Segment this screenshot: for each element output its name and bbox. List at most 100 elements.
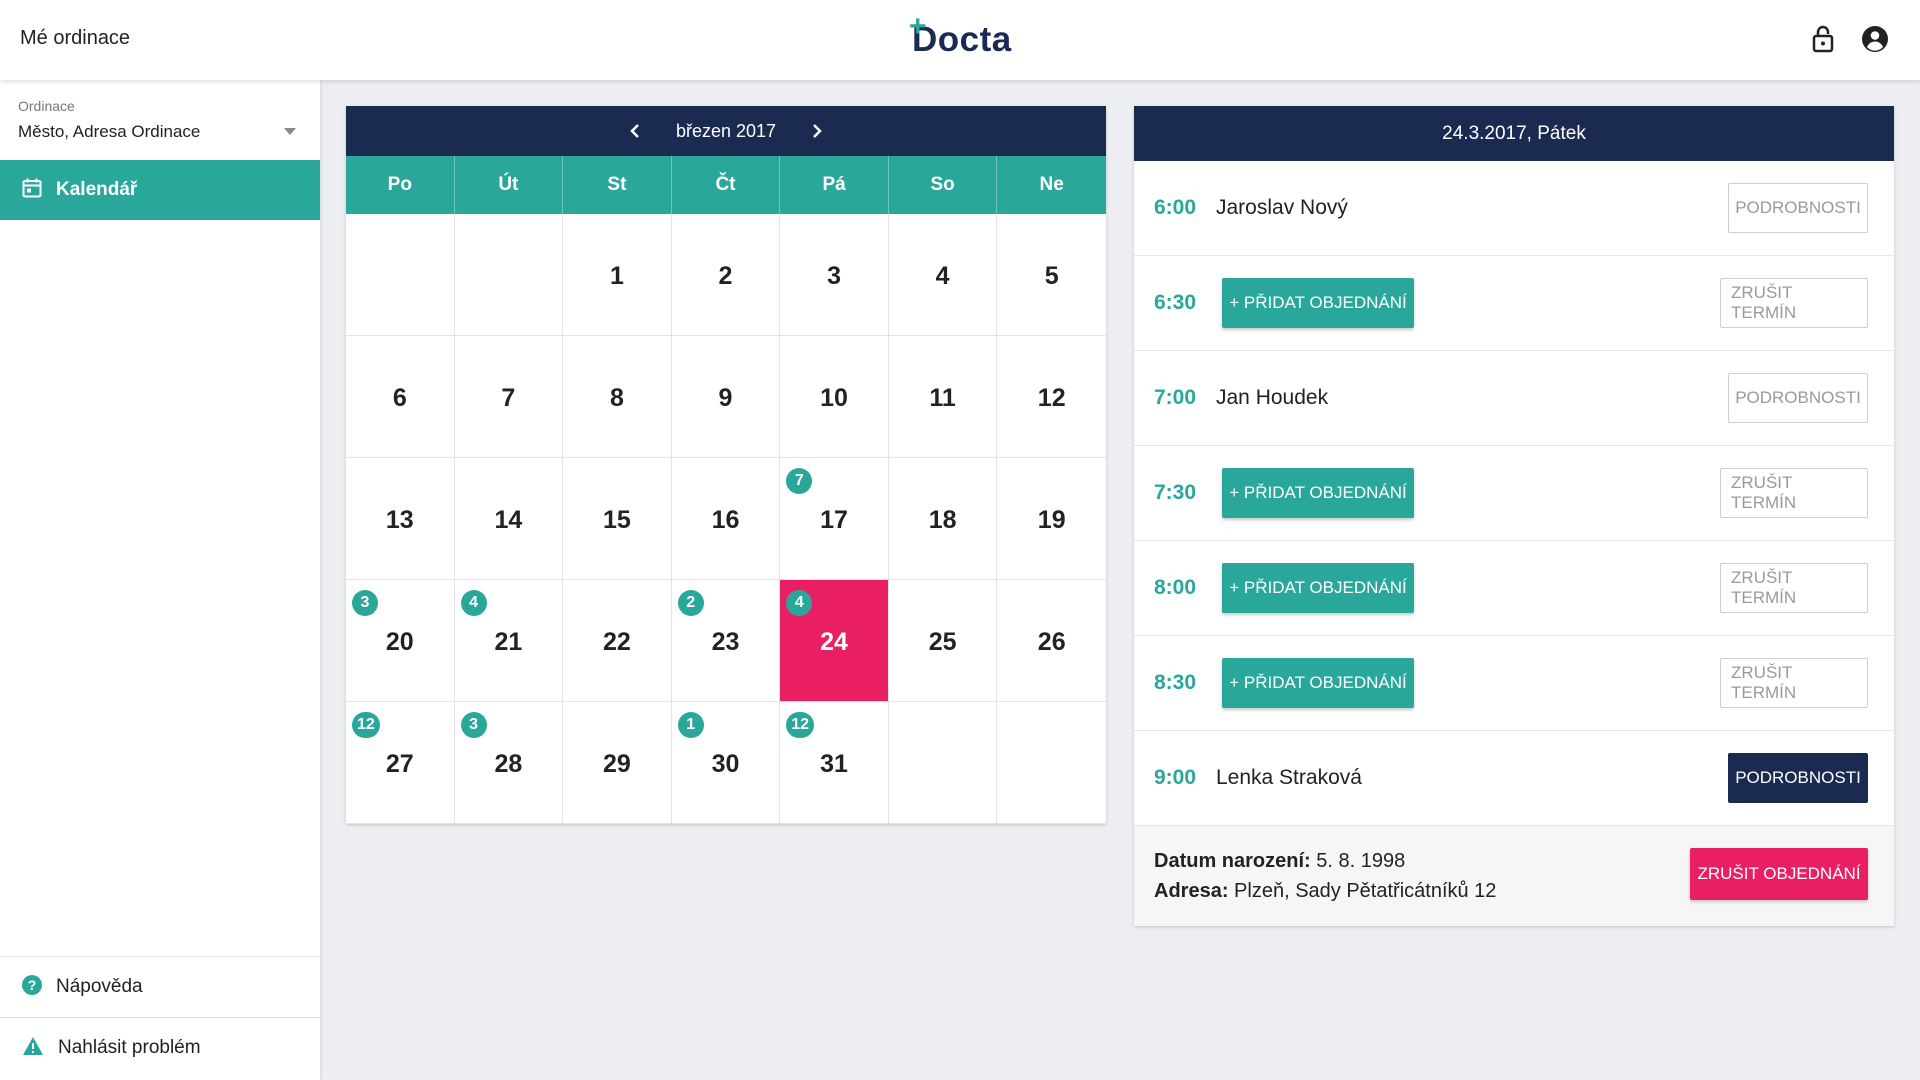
calendar-day[interactable]: 7 17 bbox=[780, 458, 889, 580]
calendar-day[interactable]: 26 bbox=[997, 580, 1106, 702]
calendar-day[interactable]: 1 bbox=[563, 214, 672, 336]
weekday-label: So bbox=[889, 156, 998, 214]
appointment-count-badge: 3 bbox=[352, 590, 378, 616]
cancel-slot-button[interactable]: ZRUŠIT TERMÍN bbox=[1720, 468, 1868, 518]
day-number: 8 bbox=[609, 384, 624, 412]
cancel-slot-button[interactable]: ZRUŠIT TERMÍN bbox=[1720, 563, 1868, 613]
appointment-count-badge: 12 bbox=[352, 712, 380, 738]
ordinace-select[interactable]: Město, Adresa Ordinace bbox=[18, 122, 300, 148]
patient-details: Datum narození: 5. 8. 1998 Adresa: Plzeň… bbox=[1134, 826, 1894, 926]
appointment-count-badge: 4 bbox=[460, 590, 487, 616]
sidebar-item-kalendar[interactable]: Kalendář bbox=[0, 160, 320, 220]
slot-time: 6:00 bbox=[1154, 196, 1197, 219]
calendar-day[interactable]: 6 bbox=[346, 336, 455, 458]
day-number: 6 bbox=[392, 384, 407, 412]
details-button[interactable]: PODROBNOSTI bbox=[1728, 373, 1868, 423]
account-icon[interactable] bbox=[1860, 24, 1890, 54]
day-number: 18 bbox=[928, 506, 957, 534]
day-schedule: 24.3.2017, Pátek 6:00 Jaroslav Nový PODROB… bbox=[1134, 106, 1894, 926]
calendar-day[interactable]: 9 bbox=[671, 336, 781, 458]
schedule-date-title: 24.3.2017, Pátek bbox=[1134, 106, 1894, 161]
cancel-slot-button[interactable]: ZRUŠIT TERMÍN bbox=[1720, 278, 1868, 328]
details-button[interactable]: PODROBNOSTI bbox=[1728, 753, 1868, 803]
add-booking-button[interactable]: + PŘIDAT OBJEDNÁNÍ bbox=[1222, 658, 1414, 708]
day-number: 22 bbox=[603, 628, 631, 656]
chevron-left-icon[interactable] bbox=[620, 116, 650, 146]
cancel-slot-button[interactable]: ZRUŠIT TERMÍN bbox=[1720, 658, 1868, 708]
calendar-day[interactable]: 1 30 bbox=[671, 702, 781, 824]
calendar-day[interactable]: 22 bbox=[563, 580, 672, 702]
appointment-count-badge: 1 bbox=[677, 712, 704, 738]
day-number: 2 bbox=[718, 262, 733, 290]
svg-text:?: ? bbox=[28, 977, 37, 993]
day-number: 29 bbox=[603, 750, 631, 778]
add-booking-button[interactable]: + PŘIDAT OBJEDNÁNÍ bbox=[1222, 563, 1414, 613]
slot-time: 8:30 bbox=[1154, 671, 1197, 694]
calendar-day[interactable]: 12 31 bbox=[780, 702, 889, 824]
calendar-day-selected[interactable]: 4 24 bbox=[780, 580, 889, 702]
birth-date-line: Datum narození: 5. 8. 1998 bbox=[1154, 850, 1405, 873]
day-number: 9 bbox=[718, 384, 733, 412]
day-number: 4 bbox=[935, 262, 950, 290]
calendar-day[interactable]: 5 bbox=[997, 214, 1106, 336]
cancel-booking-button[interactable]: ZRUŠIT OBJEDNÁNÍ bbox=[1690, 848, 1868, 900]
slot-time: 7:00 bbox=[1154, 386, 1197, 409]
birth-date-label: Datum narození: bbox=[1154, 850, 1311, 872]
ordinace-label: Ordinace bbox=[18, 98, 75, 114]
help-icon: ? bbox=[22, 974, 42, 1000]
lock-icon[interactable] bbox=[1808, 24, 1838, 54]
calendar-day[interactable]: 12 27 bbox=[346, 702, 455, 824]
calendar-day[interactable]: 18 bbox=[888, 458, 998, 580]
calendar-empty-cell bbox=[888, 702, 998, 824]
day-number: 16 bbox=[711, 506, 740, 534]
calendar-day[interactable]: 4 bbox=[888, 214, 998, 336]
details-button[interactable]: PODROBNOSTI bbox=[1728, 183, 1868, 233]
calendar-day[interactable]: 3 28 bbox=[454, 702, 564, 824]
calendar-day[interactable]: 8 bbox=[563, 336, 672, 458]
day-number: 25 bbox=[928, 628, 957, 656]
slot-time: 6:30 bbox=[1154, 291, 1197, 314]
calendar-day[interactable]: 7 bbox=[454, 336, 564, 458]
logo-plus: + bbox=[909, 10, 928, 43]
calendar-day[interactable]: 15 bbox=[563, 458, 672, 580]
birth-date-value: 5. 8. 1998 bbox=[1316, 850, 1406, 872]
address-label: Adresa: bbox=[1154, 880, 1229, 902]
sidebar-item-label: Kalendář bbox=[56, 179, 138, 200]
sidebar-item-report[interactable]: Nahlásit problém bbox=[0, 1017, 320, 1078]
day-number: 27 bbox=[385, 750, 414, 778]
calendar-day[interactable]: 4 21 bbox=[454, 580, 564, 702]
calendar-day[interactable]: 10 bbox=[780, 336, 889, 458]
calendar-day[interactable]: 12 bbox=[997, 336, 1106, 458]
calendar-icon bbox=[22, 178, 42, 203]
day-number: 10 bbox=[820, 384, 848, 412]
time-slot: 7:30 + PŘIDAT OBJEDNÁNÍ ZRUŠIT TERMÍN bbox=[1134, 446, 1894, 541]
calendar-day[interactable]: 2 23 bbox=[671, 580, 781, 702]
ordinace-value: Město, Adresa Ordinace bbox=[18, 122, 201, 141]
day-number: 20 bbox=[385, 628, 414, 656]
slot-time: 7:30 bbox=[1154, 481, 1197, 504]
sidebar-item-napoveda[interactable]: ? Nápověda bbox=[0, 956, 320, 1017]
calendar-day[interactable]: 3 bbox=[780, 214, 889, 336]
time-slot: 6:00 Jaroslav Nový PODROBNOSTI bbox=[1134, 161, 1894, 256]
day-number: 21 bbox=[494, 628, 523, 656]
add-booking-button[interactable]: + PŘIDAT OBJEDNÁNÍ bbox=[1222, 468, 1414, 518]
add-booking-button[interactable]: + PŘIDAT OBJEDNÁNÍ bbox=[1222, 278, 1414, 328]
calendar-day[interactable]: 11 bbox=[888, 336, 998, 458]
calendar-day[interactable]: 14 bbox=[454, 458, 564, 580]
calendar-day[interactable]: 3 20 bbox=[346, 580, 455, 702]
sidebar-item-label: Nápověda bbox=[56, 976, 143, 997]
calendar-empty-cell bbox=[454, 214, 564, 336]
calendar-day[interactable]: 16 bbox=[671, 458, 781, 580]
docta-logo[interactable]: + Docta bbox=[909, 10, 1012, 60]
calendar-day[interactable]: 2 bbox=[671, 214, 781, 336]
weekday-header: Po Út St Čt Pá So Ne bbox=[346, 156, 1106, 214]
day-number: 17 bbox=[820, 506, 848, 534]
calendar-day[interactable]: 19 bbox=[997, 458, 1106, 580]
day-number: 31 bbox=[820, 750, 848, 778]
chevron-right-icon[interactable] bbox=[802, 116, 832, 146]
calendar-day[interactable]: 25 bbox=[888, 580, 998, 702]
calendar-day[interactable]: 13 bbox=[346, 458, 455, 580]
calendar-day[interactable]: 29 bbox=[563, 702, 672, 824]
time-slot: 6:30 + PŘIDAT OBJEDNÁNÍ ZRUŠIT TERMÍN bbox=[1134, 256, 1894, 351]
time-slot: 8:00 + PŘIDAT OBJEDNÁNÍ ZRUŠIT TERMÍN bbox=[1134, 541, 1894, 636]
